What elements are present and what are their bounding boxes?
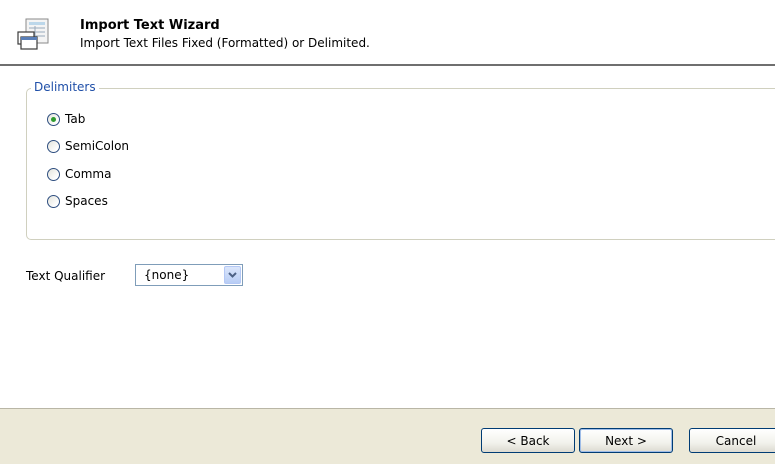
radio-button-icon[interactable] (47, 112, 60, 126)
text-qualifier-select[interactable]: {none} (135, 264, 243, 286)
radio-semicolon[interactable]: SemiColon (47, 137, 129, 155)
delimiters-legend: Delimiters (31, 80, 99, 94)
text-qualifier-label: Text Qualifier (26, 269, 106, 283)
text-qualifier-value[interactable]: {none} (144, 268, 189, 282)
radio-spaces[interactable]: Spaces (47, 192, 108, 210)
radio-spaces-label[interactable]: Spaces (65, 194, 108, 208)
delimiters-groupbox: Delimiters Tab SemiColon Comma Spaces (26, 80, 775, 240)
wizard-title: Import Text Wizard (80, 18, 220, 33)
next-button[interactable]: Next > (579, 428, 673, 453)
wizard-footer: < Back Next > Cancel (0, 408, 775, 464)
wizard-body: Delimiters Tab SemiColon Comma Spaces Te… (0, 66, 775, 408)
back-button[interactable]: < Back (481, 428, 575, 453)
radio-button-icon[interactable] (47, 139, 60, 153)
cancel-button[interactable]: Cancel (689, 428, 775, 453)
radio-comma[interactable]: Comma (47, 165, 111, 183)
radio-tab-label[interactable]: Tab (65, 112, 85, 126)
radio-button-icon[interactable] (47, 167, 60, 181)
wizard-icon (17, 18, 49, 50)
radio-tab[interactable]: Tab (47, 110, 85, 128)
chevron-down-icon (228, 272, 237, 278)
dropdown-button[interactable] (224, 266, 241, 284)
import-text-wizard-window: Import Text Wizard Import Text Files Fix… (0, 0, 775, 464)
wizard-header: Import Text Wizard Import Text Files Fix… (0, 0, 775, 66)
radio-semicolon-label[interactable]: SemiColon (65, 139, 129, 153)
wizard-subtitle: Import Text Files Fixed (Formatted) or D… (80, 36, 370, 50)
radio-button-icon[interactable] (47, 194, 60, 208)
radio-comma-label[interactable]: Comma (65, 167, 111, 181)
